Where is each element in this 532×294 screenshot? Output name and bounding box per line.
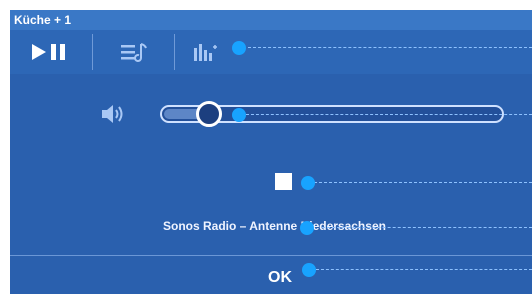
play-pause-icon bbox=[32, 44, 65, 60]
speaker-volume-icon bbox=[102, 105, 123, 123]
window-title: Küche + 1 bbox=[10, 10, 532, 30]
play-pause-button[interactable] bbox=[28, 30, 72, 74]
toolbar bbox=[10, 30, 532, 74]
volume-slider-thumb[interactable] bbox=[196, 101, 222, 127]
callout-dot-volume bbox=[232, 108, 246, 122]
callout-line-stop bbox=[314, 182, 532, 183]
callout-dot-equalizer bbox=[232, 41, 246, 55]
queue-button[interactable] bbox=[116, 30, 152, 74]
equalizer-icon bbox=[194, 44, 217, 61]
volume-button[interactable] bbox=[100, 103, 126, 125]
callout-line-volume bbox=[246, 114, 532, 115]
callout-dot-stop bbox=[301, 176, 315, 190]
equalizer-button[interactable] bbox=[190, 30, 220, 74]
playback-panel: Sonos Radio – Antenne Niedersachsen OK bbox=[10, 30, 532, 294]
ok-button[interactable]: OK bbox=[268, 269, 292, 287]
toolbar-separator bbox=[92, 34, 93, 70]
now-playing-text: Sonos Radio – Antenne Niedersachsen bbox=[163, 219, 386, 233]
callout-dot-station bbox=[300, 221, 314, 235]
callout-line-equalizer bbox=[248, 47, 532, 48]
stop-button[interactable] bbox=[275, 173, 292, 190]
footer-divider bbox=[10, 255, 532, 256]
callout-line-ok bbox=[316, 269, 532, 270]
toolbar-separator bbox=[174, 34, 175, 70]
callout-line-station bbox=[322, 227, 532, 228]
queue-icon bbox=[121, 43, 147, 62]
callout-dot-ok bbox=[302, 263, 316, 277]
